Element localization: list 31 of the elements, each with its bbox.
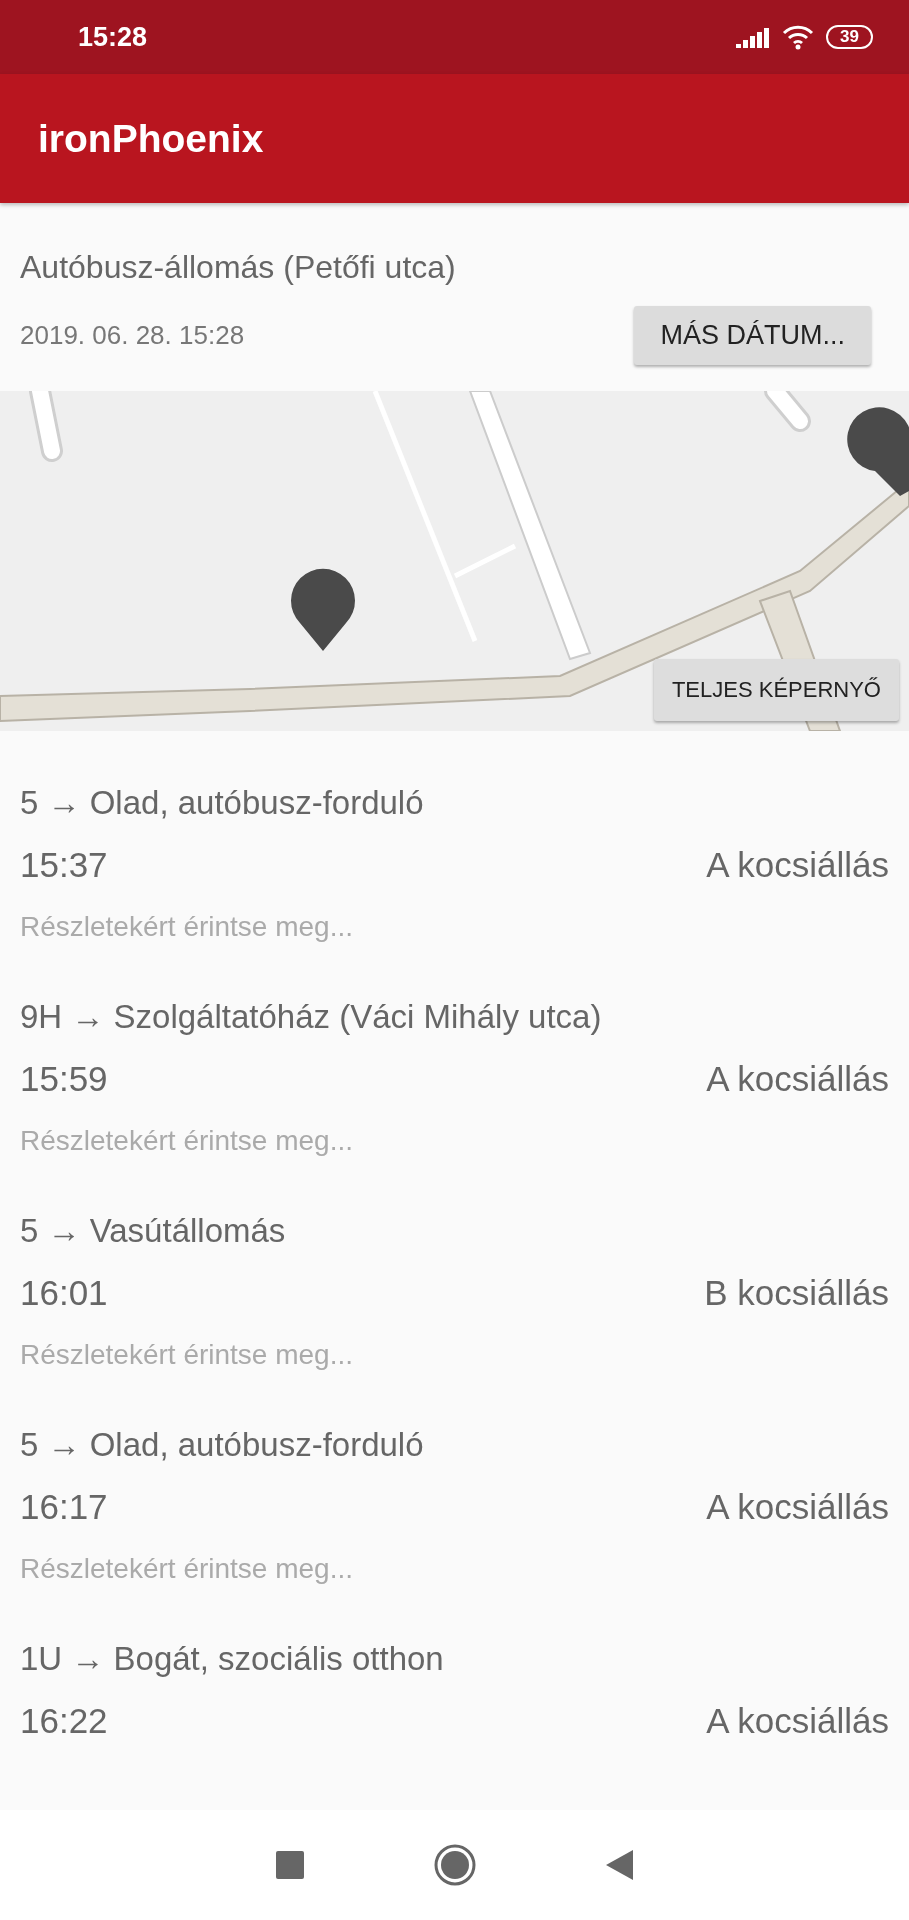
route-title[interactable]: 5 → Olad, autóbusz-forduló (20, 1423, 889, 1467)
route-title[interactable]: 5 → Olad, autóbusz-forduló (20, 781, 889, 825)
details-hint: Részletekért érintse meg... (20, 1124, 355, 1158)
route-title[interactable]: 9H → Szolgáltatóház (Váci Mihály utca) (20, 995, 889, 1039)
fullscreen-button[interactable]: TELJES KÉPERNYŐ (653, 659, 899, 721)
stand-label: A kocsiállás (706, 1700, 889, 1742)
stand-label: A kocsiállás (706, 844, 889, 886)
departure-time: 15:59 (20, 1058, 108, 1100)
departure-time: 16:17 (20, 1486, 108, 1528)
departure-time: 15:37 (20, 844, 108, 886)
date-text: 2019. 06. 28. 15:28 (20, 320, 245, 351)
details-hint: Részletekért érintse meg... (20, 910, 355, 944)
stand-label: B kocsiállás (704, 1272, 889, 1314)
stand-label: A kocsiállás (706, 1486, 889, 1528)
route-title[interactable]: 5 → Vasútállomás (20, 1209, 889, 1253)
signal-icon (736, 26, 771, 48)
stand-label: A kocsiállás (706, 1058, 889, 1100)
details-hint: Részletekért érintse meg... (20, 1338, 355, 1372)
departure-time: 16:22 (20, 1700, 108, 1742)
wifi-icon (782, 24, 815, 50)
other-date-button[interactable]: MÁS DÁTUM... (634, 306, 871, 365)
stop-name: Autóbusz-állomás (Petőfi utca) (20, 249, 457, 286)
route-title[interactable]: 1U → Bogát, szociális otthon (20, 1637, 889, 1681)
back-icon[interactable] (605, 1849, 634, 1881)
recents-icon[interactable] (275, 1851, 304, 1879)
home-icon[interactable] (433, 1844, 476, 1886)
status-time: 15:28 (78, 21, 148, 53)
departure-time: 16:01 (20, 1272, 108, 1314)
app-title: ironPhoenix (38, 116, 264, 161)
battery-level: 39 (826, 25, 873, 49)
details-hint: Részletekért érintse meg... (20, 1552, 355, 1586)
